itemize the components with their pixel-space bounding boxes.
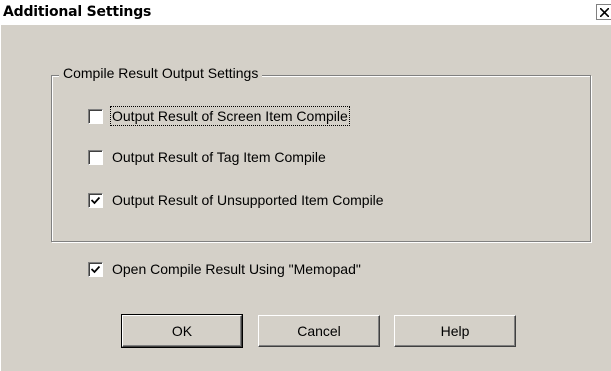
checkbox-unsupported-item-box[interactable]	[88, 193, 103, 208]
checkmark-icon	[91, 265, 100, 274]
checkbox-unsupported-item-label[interactable]: Output Result of Unsupported Item Compil…	[112, 192, 384, 208]
checkbox-tag-item-label[interactable]: Output Result of Tag Item Compile	[112, 149, 326, 165]
checkbox-memopad-label[interactable]: Open Compile Result Using "Memopad"	[112, 261, 361, 277]
additional-settings-dialog: Additional Settings Compile Result Outpu…	[0, 0, 611, 371]
ok-button[interactable]: OK	[121, 314, 243, 348]
groupbox-label: Compile Result Output Settings	[59, 65, 263, 81]
dialog-title: Additional Settings	[3, 4, 152, 20]
checkbox-tag-item-box[interactable]	[88, 150, 103, 165]
help-button[interactable]: Help	[394, 315, 516, 347]
checkbox-screen-item-label[interactable]: Output Result of Screen Item Compile	[110, 106, 350, 126]
title-bar[interactable]: Additional Settings	[1, 1, 611, 25]
close-icon	[600, 8, 609, 17]
checkbox-memopad-box[interactable]	[88, 262, 103, 277]
close-button[interactable]	[596, 4, 611, 20]
checkmark-icon	[91, 196, 100, 205]
cancel-button[interactable]: Cancel	[258, 315, 380, 347]
checkbox-screen-item-box[interactable]	[88, 109, 103, 124]
